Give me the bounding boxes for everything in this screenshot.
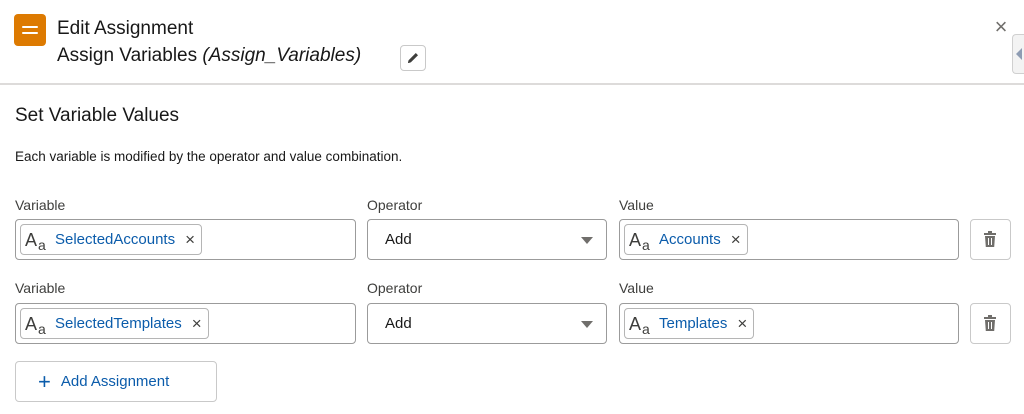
variable-pill[interactable]: Aa SelectedAccounts × xyxy=(20,224,203,255)
remove-pill-icon[interactable]: × xyxy=(192,315,202,332)
operator-select[interactable]: Add xyxy=(367,219,607,260)
value-label: Value xyxy=(619,197,654,213)
variable-label: Variable xyxy=(15,280,66,296)
element-name: Assign Variables (Assign_Variables) xyxy=(57,44,361,68)
variable-pill[interactable]: Aa SelectedTemplates × xyxy=(20,308,209,339)
close-icon[interactable]: × xyxy=(991,16,1011,38)
trash-icon xyxy=(984,315,996,331)
value-field[interactable]: Aa Accounts × xyxy=(619,219,959,260)
value-pill[interactable]: Aa Templates × xyxy=(624,308,755,339)
edit-name-button[interactable] xyxy=(400,45,426,71)
variable-label: Variable xyxy=(15,197,66,213)
variable-field[interactable]: Aa SelectedTemplates × xyxy=(15,303,356,344)
text-type-icon: Aa xyxy=(629,229,650,253)
operator-select[interactable]: Add xyxy=(367,303,607,344)
text-type-icon: Aa xyxy=(25,313,46,337)
variable-pill-label: SelectedAccounts xyxy=(55,231,176,248)
variable-field[interactable]: Aa SelectedAccounts × xyxy=(15,219,356,260)
modal-header: Edit Assignment Assign Variables (Assign… xyxy=(0,0,1024,85)
value-pill-label: Accounts xyxy=(659,231,721,248)
operator-value: Add xyxy=(385,231,412,248)
remove-pill-icon[interactable]: × xyxy=(185,231,195,248)
value-pill-label: Templates xyxy=(659,315,728,332)
section-title: Set Variable Values xyxy=(15,105,180,126)
text-type-icon: Aa xyxy=(25,229,46,253)
value-label: Value xyxy=(619,280,654,296)
delete-row-button[interactable] xyxy=(970,219,1011,260)
chevron-down-icon xyxy=(581,237,593,244)
section-description: Each variable is modified by the operato… xyxy=(15,149,403,164)
operator-label: Operator xyxy=(367,280,423,296)
element-label: Assign Variables xyxy=(57,45,198,66)
element-api-name: (Assign_Variables) xyxy=(202,45,362,66)
chevron-left-icon xyxy=(1016,48,1022,60)
modal-title: Edit Assignment xyxy=(57,18,194,39)
add-assignment-button[interactable]: + Add Assignment xyxy=(15,361,217,402)
pencil-icon xyxy=(408,53,418,63)
delete-row-button[interactable] xyxy=(970,303,1011,344)
assignment-icon xyxy=(14,14,46,46)
text-type-icon: Aa xyxy=(629,313,650,337)
operator-value: Add xyxy=(385,315,412,332)
remove-pill-icon[interactable]: × xyxy=(737,315,747,332)
operator-label: Operator xyxy=(367,197,423,213)
add-icon: + xyxy=(38,368,51,394)
remove-pill-icon[interactable]: × xyxy=(731,231,741,248)
trash-icon xyxy=(984,231,996,247)
add-assignment-label: Add Assignment xyxy=(60,373,170,390)
value-pill[interactable]: Aa Accounts × xyxy=(624,224,748,255)
panel-collapse-tab[interactable] xyxy=(1012,34,1024,74)
variable-pill-label: SelectedTemplates xyxy=(55,315,182,332)
value-field[interactable]: Aa Templates × xyxy=(619,303,959,344)
chevron-down-icon xyxy=(581,321,593,328)
